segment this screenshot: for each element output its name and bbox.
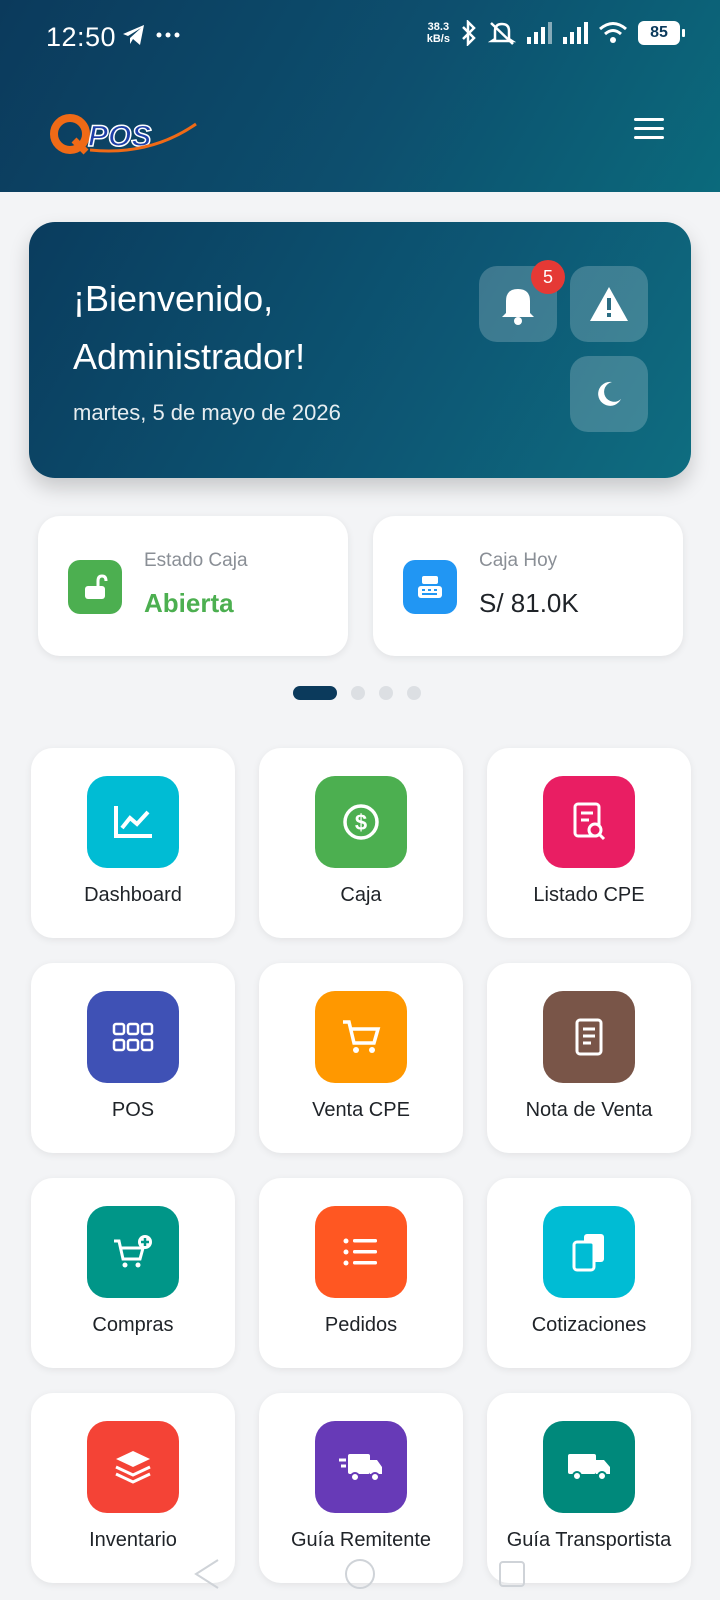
alerts-button[interactable]	[570, 266, 648, 342]
tile-label: POS	[111, 1099, 155, 1121]
tile-label: Venta CPE	[312, 1099, 410, 1121]
tile-label: Listado CPE	[533, 884, 645, 906]
mute-bell-icon	[488, 22, 516, 45]
carousel-dot[interactable]	[379, 686, 393, 700]
stat-value: S/ 81.0K	[479, 588, 579, 618]
bell-icon	[502, 289, 534, 325]
cart-icon	[343, 1020, 381, 1053]
tile-cotizaciones[interactable]: Cotizaciones	[487, 1178, 691, 1368]
stat-card-estado-caja[interactable]: Estado Caja Abierta	[38, 516, 348, 656]
welcome-date: martes, 5 de mayo de 2026	[73, 400, 341, 425]
stat-label: Caja Hoy	[479, 550, 558, 571]
welcome-card: ¡Bienvenido, Administrador! martes, 5 de…	[29, 222, 691, 478]
tile-nota-de-venta[interactable]: Nota de Venta	[487, 963, 691, 1153]
tile-pedidos[interactable]: Pedidos	[259, 1178, 463, 1368]
network-speed: 38.3 kB/s	[426, 21, 450, 45]
note-icon	[575, 1018, 603, 1056]
tile-label: Caja	[340, 884, 382, 906]
dollar-circle-icon: $	[343, 804, 379, 840]
tile-dashboard[interactable]: Dashboard	[31, 748, 235, 938]
battery-indicator: 85	[638, 21, 685, 45]
cash-register-icon	[418, 576, 442, 598]
welcome-title: ¡Bienvenido, Administrador!	[73, 278, 306, 377]
warning-icon	[590, 287, 628, 321]
carousel-dot[interactable]	[293, 686, 337, 700]
chart-line-icon	[114, 806, 152, 838]
tile-venta-cpe[interactable]: Venta CPE	[259, 963, 463, 1153]
tile-guia-remitente[interactable]: Guía Remitente	[259, 1393, 463, 1583]
grid-icon	[112, 1022, 154, 1052]
tile-caja[interactable]: $ Caja	[259, 748, 463, 938]
telegram-icon	[123, 25, 144, 45]
fast-truck-icon	[339, 1454, 382, 1482]
carousel-indicator	[293, 686, 421, 700]
layers-icon	[115, 1451, 151, 1484]
tile-compras[interactable]: Compras	[31, 1178, 235, 1368]
tile-label: Guía Remitente	[290, 1529, 432, 1551]
notifications-button[interactable]: 5	[479, 260, 565, 342]
wifi-icon	[599, 22, 627, 43]
tile-label: Compras	[92, 1314, 174, 1336]
signal-icon	[527, 22, 552, 44]
status-bar: 12:50 38.3 kB/s 85	[0, 0, 720, 72]
app-header: 12:50 38.3 kB/s 85 POS	[0, 0, 720, 192]
tile-label: Pedidos	[324, 1314, 398, 1336]
svg-text:$: $	[355, 810, 367, 835]
tile-listado-cpe[interactable]: Listado CPE	[487, 748, 691, 938]
carousel-dot[interactable]	[351, 686, 365, 700]
moon-icon	[598, 381, 621, 406]
tile-guia-transportista[interactable]: Guía Transportista	[487, 1393, 691, 1583]
tile-label: Guía Transportista	[506, 1529, 672, 1551]
notifications-badge: 5	[531, 260, 565, 294]
more-notifications-icon	[156, 32, 180, 38]
tile-label: Inventario	[89, 1529, 177, 1551]
hamburger-menu-icon	[634, 118, 664, 121]
stat-card-caja-hoy[interactable]: Caja Hoy S/ 81.0K	[373, 516, 683, 656]
carousel-dot[interactable]	[407, 686, 421, 700]
tile-label: Dashboard	[84, 884, 182, 906]
tile-label: Cotizaciones	[531, 1314, 647, 1336]
menu-button[interactable]	[634, 118, 664, 140]
list-icon	[343, 1238, 377, 1266]
qpos-logo: POS	[50, 114, 197, 155]
status-time: 12:50	[46, 22, 117, 52]
tile-inventario[interactable]: Inventario	[31, 1393, 235, 1583]
stat-value: Abierta	[144, 588, 234, 618]
truck-icon	[568, 1454, 610, 1481]
document-search-icon	[573, 802, 606, 841]
copy-icon	[572, 1234, 604, 1272]
unlock-icon	[85, 574, 108, 599]
cart-plus-icon	[114, 1235, 152, 1268]
stat-label: Estado Caja	[144, 550, 248, 571]
bluetooth-icon	[462, 20, 476, 46]
tile-label: Nota de Venta	[525, 1099, 653, 1121]
tile-pos[interactable]: POS	[31, 963, 235, 1153]
signal-icon-2	[563, 22, 588, 44]
dark-mode-button[interactable]	[570, 356, 648, 432]
